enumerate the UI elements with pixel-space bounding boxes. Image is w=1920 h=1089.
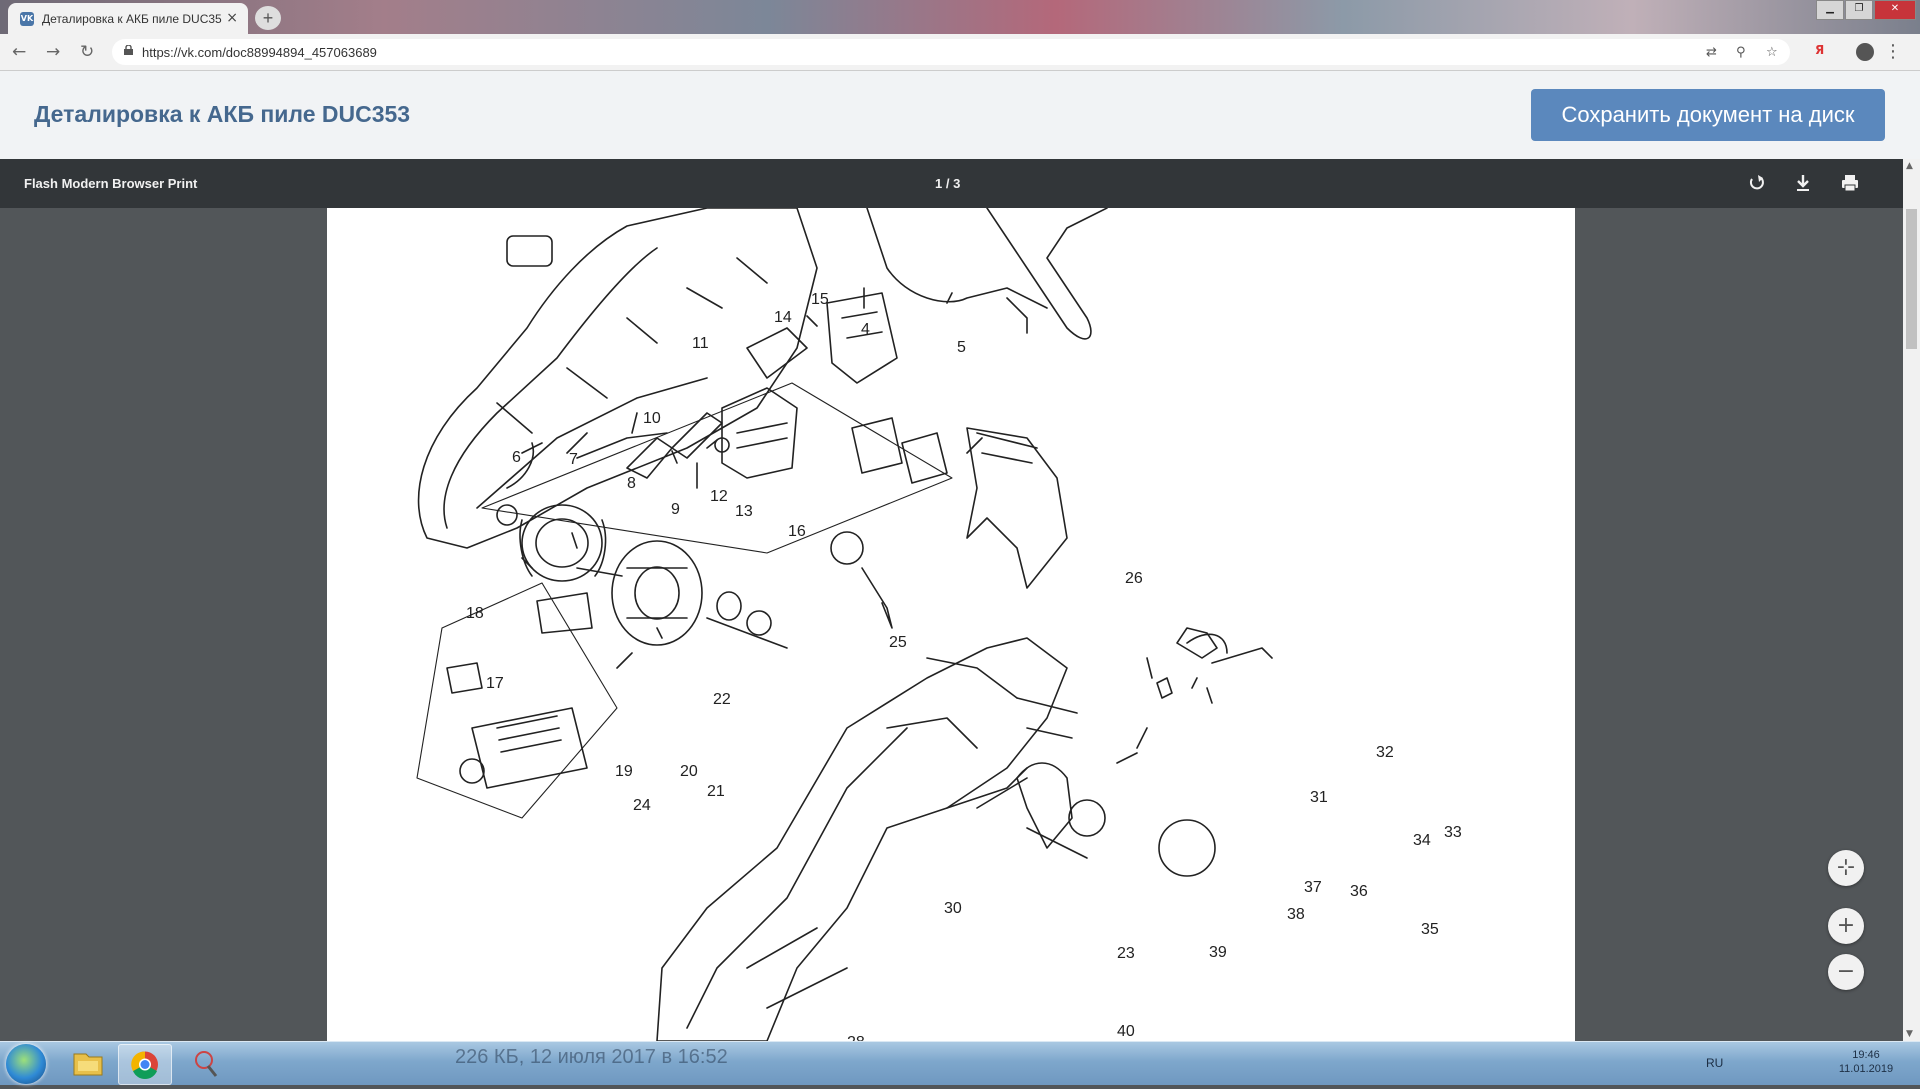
part-label: 19 (615, 763, 633, 780)
part-label: 5 (957, 339, 966, 356)
yandex-extension-icon[interactable]: Я (1815, 43, 1824, 57)
part-label: 26 (1125, 570, 1143, 587)
download-icon[interactable] (1790, 170, 1816, 196)
part-label: 4 (861, 321, 870, 338)
taskbar: 226 КБ, 12 июля 2017 в 16:52 RU 19:46 11… (0, 1041, 1920, 1085)
part-label: 13 (735, 503, 753, 520)
part-label: 37 (1304, 879, 1322, 896)
scroll-up-icon[interactable]: ▲ (1906, 161, 1913, 171)
part-label: 40 (1117, 1023, 1135, 1040)
part-label: 7 (569, 451, 578, 468)
translate-icon[interactable]: ⇄ (1706, 45, 1717, 60)
browser-tab[interactable]: VK Деталировка к АКБ пиле DUC35 × (8, 3, 248, 34)
menu-icon[interactable]: ⋮ (1884, 41, 1902, 62)
part-label: 8 (627, 475, 636, 492)
part-label: 32 (1376, 744, 1394, 761)
part-label: 38 (1287, 906, 1305, 923)
scrollbar-thumb[interactable] (1906, 209, 1917, 349)
zoom-in-icon[interactable]: + (1828, 908, 1864, 944)
part-label: 33 (1444, 824, 1462, 841)
minimize-button[interactable]: ▁ (1816, 0, 1844, 20)
scroll-down-icon[interactable]: ▼ (1906, 1029, 1913, 1039)
part-label: 31 (1310, 789, 1328, 806)
clock-time: 19:46 (1852, 1049, 1880, 1061)
pdf-viewer[interactable]: 4 5 6 7 8 9 10 11 12 13 14 15 16 17 18 1… (0, 208, 1903, 1041)
pdf-page-indicator: 1 / 3 (935, 176, 961, 191)
background-text: 226 КБ, 12 июля 2017 в 16:52 (455, 1046, 728, 1068)
rotate-icon[interactable] (1744, 170, 1770, 196)
explorer-icon[interactable] (62, 1044, 114, 1083)
maximize-button[interactable]: ❐ (1845, 0, 1873, 20)
clock-date: 11.01.2019 (1838, 1063, 1894, 1075)
vertical-scrollbar[interactable]: ▲ ▼ (1903, 159, 1920, 1041)
print-icon[interactable] (1837, 170, 1863, 196)
part-label: 15 (811, 291, 829, 308)
part-label: 14 (774, 309, 792, 326)
part-label: 17 (486, 675, 504, 692)
part-label: 11 (692, 335, 709, 352)
vk-favicon: VK (20, 12, 34, 26)
lock-icon (124, 45, 133, 55)
start-orb-icon[interactable] (6, 1044, 46, 1084)
browser-tab-strip: VK Деталировка к АКБ пиле DUC35 × + ▁ ❐ … (0, 0, 1920, 34)
language-indicator[interactable]: RU (1706, 1056, 1723, 1070)
address-bar[interactable]: https://vk.com/doc88994894_457063689 ⇄ ⚲… (112, 39, 1790, 65)
page-title: Деталировка к АКБ пиле DUC353 (34, 101, 411, 127)
part-label: 18 (466, 605, 484, 622)
part-label: 9 (671, 501, 680, 518)
part-label: 36 (1350, 883, 1368, 900)
document-header: Деталировка к АКБ пиле DUC353 Сохранить … (0, 71, 1920, 160)
pdf-file-name: Flash Modern Browser Print (24, 176, 198, 191)
clock[interactable]: 19:46 11.01.2019 (1836, 1048, 1896, 1076)
part-label: 10 (643, 410, 661, 427)
pdf-page: 4 5 6 7 8 9 10 11 12 13 14 15 16 17 18 1… (327, 208, 1575, 1041)
close-window-button[interactable]: ✕ (1874, 0, 1916, 20)
part-label: 30 (944, 900, 962, 917)
zoom-out-icon[interactable]: − (1828, 954, 1864, 990)
part-label: 22 (713, 691, 731, 708)
window-controls: ▁ ❐ ✕ (1815, 0, 1916, 20)
part-label: 24 (633, 797, 651, 814)
part-label: 21 (707, 783, 725, 800)
reload-icon[interactable]: ↻ (80, 42, 94, 62)
forward-arrow-icon[interactable]: → (46, 42, 60, 62)
part-label: 35 (1421, 921, 1439, 938)
pdf-toolbar: Flash Modern Browser Print 1 / 3 (0, 159, 1903, 208)
part-label: 39 (1209, 944, 1227, 961)
navigation-bar: ← → ↻ https://vk.com/doc88994894_4570636… (0, 34, 1920, 71)
part-label: 34 (1413, 832, 1431, 849)
tab-title: Деталировка к АКБ пиле DUC35 (42, 12, 222, 26)
star-icon[interactable]: ☆ (1766, 45, 1778, 60)
part-label: 23 (1117, 945, 1135, 962)
app-icon[interactable] (180, 1044, 232, 1083)
fit-page-icon[interactable]: ⊹ (1828, 850, 1864, 886)
back-arrow-icon[interactable]: ← (12, 42, 26, 62)
part-label: 6 (512, 449, 521, 466)
new-tab-button[interactable]: + (255, 6, 281, 30)
part-label: 20 (680, 763, 698, 780)
profile-icon[interactable] (1856, 43, 1874, 61)
tab-close-icon[interactable]: × (226, 10, 238, 26)
part-label: 28 (847, 1034, 865, 1041)
part-number-labels: 4 5 6 7 8 9 10 11 12 13 14 15 16 17 18 1… (466, 291, 1462, 1041)
url-text[interactable]: https://vk.com/doc88994894_457063689 (142, 45, 377, 60)
part-label: 25 (889, 634, 907, 651)
part-label: 12 (710, 488, 728, 505)
part-label: 16 (788, 523, 806, 540)
chrome-icon[interactable] (118, 1044, 172, 1085)
zoom-icon[interactable]: ⚲ (1736, 45, 1746, 60)
save-to-disk-button[interactable]: Сохранить документ на диск (1531, 89, 1885, 141)
